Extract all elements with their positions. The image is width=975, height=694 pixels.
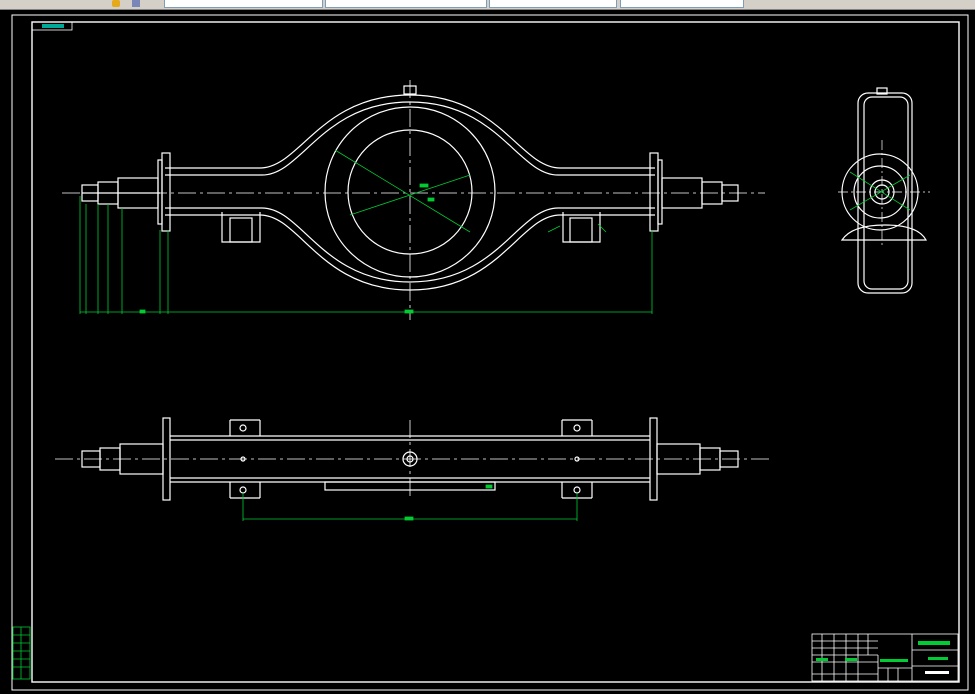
title-block-drawing-no — [925, 671, 949, 674]
front-view-axle — [62, 80, 765, 320]
title-block-part-code — [928, 657, 948, 660]
title-block-cell-2 — [845, 658, 857, 661]
title-tag-text — [42, 24, 64, 28]
title-block-cell-3 — [880, 659, 908, 662]
title-block-cell-1 — [816, 658, 828, 661]
margin-revision-table — [12, 626, 31, 680]
top-view-axle — [55, 417, 770, 501]
sheet-inner-frame — [31, 21, 960, 683]
sheet-outer-border — [11, 14, 969, 691]
title-block-name — [918, 641, 950, 645]
drawing-canvas[interactable] — [0, 0, 975, 694]
